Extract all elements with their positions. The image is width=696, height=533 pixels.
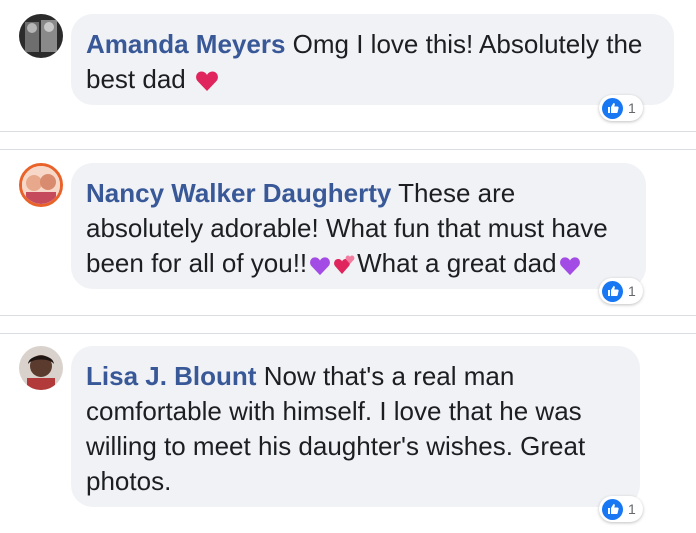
comments-page: Amanda Meyers Omg I love this! Absolutel… [0,0,696,533]
divider [0,315,696,316]
revolving-hearts-icon [333,250,357,285]
reaction-count: 1 [628,501,636,517]
purple-heart-icon [559,250,581,285]
reaction-count: 1 [628,100,636,116]
comment-author[interactable]: Amanda Meyers [86,29,285,59]
comment-bubble: Nancy Walker Daugherty These are absolut… [71,163,646,289]
divider [0,131,696,132]
purple-heart-icon [309,250,331,285]
like-icon [602,97,623,119]
like-icon [602,280,623,302]
comment-bubble: Lisa J. Blount Now that's a real man com… [71,346,640,507]
reaction-badge[interactable]: 1 [599,496,643,522]
like-icon [602,498,623,520]
comment-text-after: What a great dad [357,248,557,278]
divider [0,333,696,334]
avatar[interactable] [19,14,63,58]
reaction-count: 1 [628,283,636,299]
avatar[interactable] [19,346,63,390]
avatar[interactable] [19,163,63,207]
comment-bubble: Amanda Meyers Omg I love this! Absolutel… [71,14,674,105]
reaction-badge[interactable]: 1 [599,278,643,304]
comment-author[interactable]: Nancy Walker Daugherty [86,178,391,208]
divider [0,149,696,150]
red-heart-icon [195,66,219,101]
comment-author[interactable]: Lisa J. Blount [86,361,256,391]
reaction-badge[interactable]: 1 [599,95,643,121]
